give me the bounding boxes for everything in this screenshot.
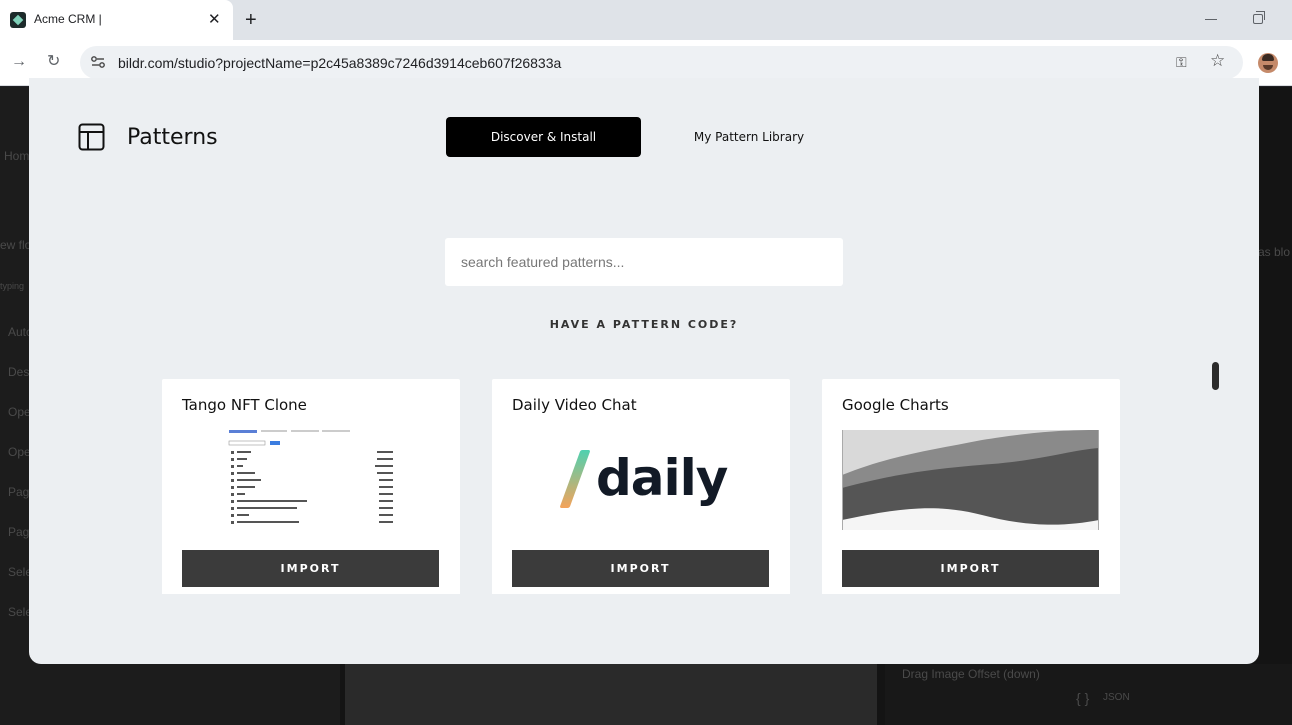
forward-icon[interactable]: → — [11, 52, 27, 72]
daily-logo-text: daily — [596, 449, 728, 507]
bg-label: Drag Image Offset (down) — [902, 667, 1040, 681]
app-favicon-icon — [10, 12, 26, 28]
bg-label: JSON — [1103, 692, 1130, 703]
minimize-icon[interactable] — [1205, 19, 1217, 20]
pattern-card: Daily Video Chat daily IMPORT — [492, 379, 790, 594]
table-screenshot-thumbnail — [182, 430, 439, 530]
reload-icon[interactable]: ↻ — [47, 52, 60, 72]
card-title: Google Charts — [842, 396, 949, 414]
pattern-card: Tango NFT Clone IMPORT — [162, 379, 460, 594]
address-bar[interactable]: bildr.com/studio?projectName=p2c45a8389c… — [80, 46, 1243, 79]
bg-label: Hom — [4, 149, 30, 163]
tab-title: Acme CRM | — [34, 12, 102, 26]
bg-label: Ope — [8, 445, 31, 459]
card-title: Tango NFT Clone — [182, 396, 307, 414]
import-button[interactable]: IMPORT — [842, 550, 1099, 587]
background-canvas — [345, 664, 877, 725]
tab-discover-install[interactable]: Discover & Install — [446, 117, 641, 157]
bookmark-star-icon[interactable]: ☆ — [1210, 51, 1225, 71]
scrollbar-thumb[interactable] — [1212, 362, 1219, 390]
bg-label: Ope — [8, 405, 31, 419]
json-braces-icon: { } — [1076, 690, 1090, 706]
bg-label: ew flo — [0, 238, 32, 252]
bg-label: typing — [0, 281, 25, 291]
new-tab-icon[interactable]: + — [245, 8, 257, 32]
pattern-card: Google Charts IMPORT — [822, 379, 1120, 594]
import-button[interactable]: IMPORT — [182, 550, 439, 587]
close-tab-icon[interactable]: ✕ — [208, 10, 221, 30]
browser-tab[interactable]: Acme CRM | ✕ — [0, 0, 233, 40]
area-chart-thumbnail — [842, 430, 1099, 530]
patterns-modal: Patterns Discover & Install My Pattern L… — [29, 78, 1259, 664]
daily-slash-icon — [559, 450, 591, 508]
password-key-icon[interactable]: ⚿ — [1176, 54, 1187, 71]
search-patterns-input[interactable] — [445, 238, 843, 286]
import-button[interactable]: IMPORT — [512, 550, 769, 587]
tab-my-pattern-library[interactable]: My Pattern Library — [689, 117, 809, 157]
profile-avatar[interactable] — [1258, 53, 1278, 73]
url-text[interactable]: bildr.com/studio?projectName=p2c45a8389c… — [118, 55, 561, 71]
area-chart-image — [842, 430, 1099, 530]
table-screenshot-image — [228, 430, 393, 524]
site-settings-icon[interactable] — [90, 54, 106, 70]
pattern-card-grid: Tango NFT Clone IMPORT Daily Video Chat … — [162, 379, 1122, 594]
modal-title: Patterns — [127, 125, 218, 150]
layout-template-icon — [78, 123, 105, 151]
daily-logo-thumbnail: daily — [512, 430, 769, 530]
pattern-code-link[interactable]: HAVE A PATTERN CODE? — [459, 318, 829, 331]
browser-tab-bar: Acme CRM | ✕ + — [0, 0, 1292, 40]
card-title: Daily Video Chat — [512, 396, 637, 414]
restore-icon[interactable] — [1253, 11, 1265, 24]
bg-label: as blo — [1258, 245, 1291, 259]
